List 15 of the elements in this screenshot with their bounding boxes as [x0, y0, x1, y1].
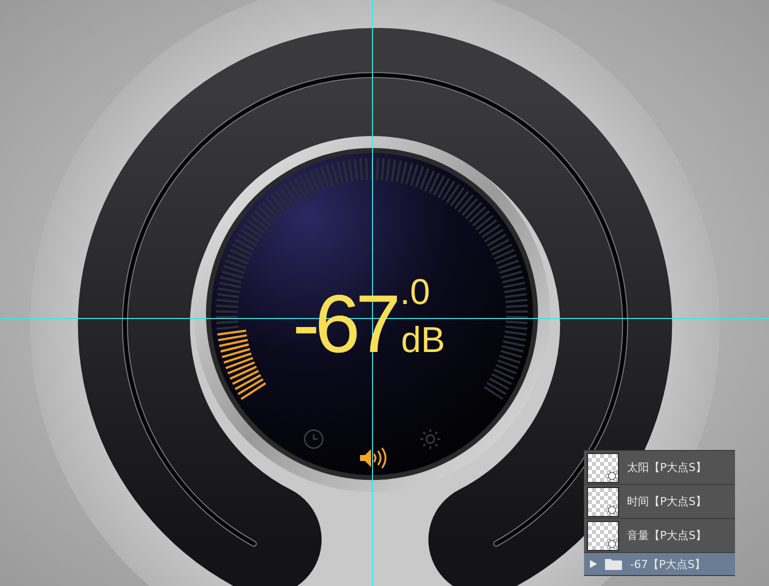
layer-name: -67【P大点S】 [630, 556, 706, 572]
layer-thumbnail [587, 520, 619, 550]
layer-name: 时间【P大点S】 [627, 494, 707, 509]
layer-name: 音量【P大点S】 [627, 528, 707, 543]
speaker-icon[interactable] [360, 448, 386, 468]
layer-thumbnail [587, 452, 619, 482]
unit-label: dB [401, 319, 446, 360]
caret-right-icon[interactable] [590, 560, 597, 568]
decimal-value: .0 [400, 271, 430, 312]
layer-row[interactable]: 时间【P大点S】 [584, 485, 735, 519]
layer-row[interactable]: 太阳【P大点S】 [584, 451, 735, 485]
layer-row[interactable]: -67【P大点S】 [584, 553, 735, 576]
layer-thumbnail [587, 486, 619, 516]
layer-name: 太阳【P大点S】 [627, 460, 707, 475]
folder-icon [605, 558, 622, 570]
